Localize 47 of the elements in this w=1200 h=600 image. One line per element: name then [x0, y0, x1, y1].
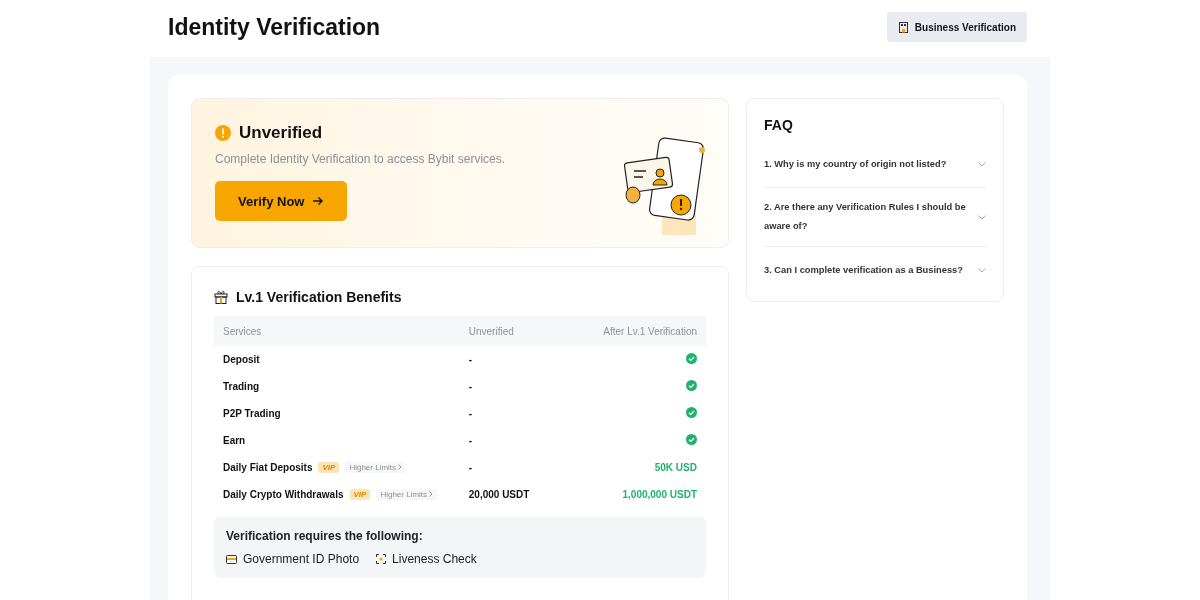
table-cell-text: -	[467, 407, 474, 421]
service-name: Trading	[223, 381, 260, 392]
table-cell-text: -	[467, 461, 474, 475]
service-name: Daily Crypto Withdrawals	[223, 489, 344, 500]
page-title: Identity Verification	[168, 13, 381, 41]
status-title: Unverified	[239, 123, 323, 143]
service-name: Deposit	[223, 354, 260, 365]
building-icon	[898, 21, 908, 33]
requirement-label: Liveness Check	[392, 552, 477, 566]
table-cell-text: 1,000,000 USDT	[621, 488, 698, 502]
chevron-right-icon	[398, 464, 403, 470]
faq-item[interactable]: 2. Are there any Verification Rules I should be aware of?	[764, 188, 986, 247]
column-header: Services	[214, 316, 460, 346]
faq-item[interactable]: 1. Why is my country of origin not listed?	[764, 141, 986, 188]
chevron-icon	[978, 267, 986, 273]
column-header: Unverified	[459, 316, 588, 346]
service-name: Daily Fiat Deposits	[223, 462, 313, 473]
table-cell-text: -	[467, 434, 474, 448]
vip-badge: VIP	[318, 462, 340, 473]
check-circle-icon	[686, 407, 697, 418]
benefits-title: Lv.1 Verification Benefits	[236, 289, 402, 305]
gift-icon	[214, 290, 228, 304]
table-cell-text: 50K USD	[653, 461, 698, 475]
warning-icon	[215, 125, 231, 141]
requirements-title: Verification requires the following:	[226, 529, 424, 543]
service-name: P2P Trading	[223, 408, 281, 419]
faq-item[interactable]: 3. Can I complete verification as a Business?	[764, 247, 986, 293]
vip-badge: VIP	[349, 489, 371, 500]
service-name: Earn	[223, 435, 246, 446]
chevron-icon	[978, 214, 986, 220]
face-scan-icon	[376, 554, 387, 564]
check-circle-icon	[686, 380, 697, 391]
faq-title: FAQ	[764, 117, 794, 133]
table-cell-text: 20,000 USDT	[467, 488, 531, 502]
table-cell: -	[459, 346, 588, 373]
chevron-right-icon	[429, 491, 434, 497]
business-verification-button[interactable]: Business Verification	[886, 12, 1027, 42]
arrow-right-icon	[312, 196, 325, 206]
chevron-icon	[978, 161, 986, 167]
id-card-icon	[226, 554, 237, 564]
status-description: Complete Identity Verification to access Bybit services.	[215, 152, 506, 166]
verify-now-button[interactable]: Verify Now	[215, 181, 348, 221]
column-header: After Lv.1 Verification	[587, 316, 706, 346]
requirement-label: Government ID Photo	[243, 552, 360, 566]
table-cell-text: -	[467, 380, 474, 394]
check-circle-icon	[686, 353, 697, 364]
check-circle-icon	[686, 434, 697, 445]
